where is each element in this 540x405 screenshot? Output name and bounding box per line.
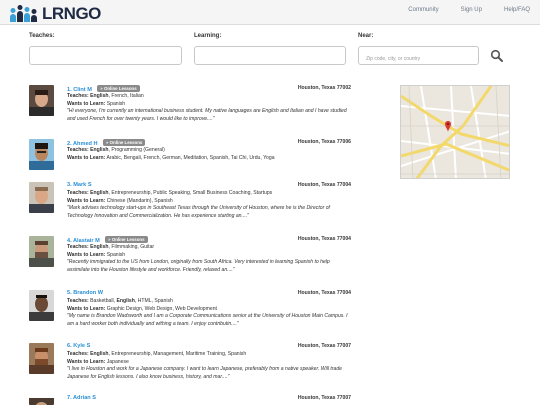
wants-line: Wants to Learn: Chinese (Mandarin), Span… [67,197,173,204]
result-name[interactable]: 7. Adrian S [67,395,96,401]
result-location: Houston, Texas 77002 [297,85,351,91]
avatar[interactable] [29,395,54,405]
result-item: 1. Clint M » Online Lessons Houston, Tex… [29,85,351,130]
result-name[interactable]: 3. Mark S [67,182,92,188]
wants-line: Wants to Learn: Spanish [67,100,126,107]
wants-line: Wants to Learn: Spanish [67,251,126,258]
wants-line: Wants to Learn: Graphic Design, Web Desi… [67,305,217,312]
logo-text: LRNGO [42,4,101,23]
wants-line: Wants to Learn: Arabic, Bengali, French,… [67,154,275,161]
learning-input[interactable] [195,50,345,68]
results-map[interactable] [400,85,510,179]
online-lessons-badge[interactable]: » Online Lessons [97,85,140,92]
logo[interactable]: LRNGO [10,4,101,22]
result-location: Houston, Texas 77004 [297,182,351,188]
online-lessons-badge[interactable]: » Online Lessons [105,236,148,243]
map-streets [401,86,509,178]
nav-community[interactable]: Community [408,7,438,13]
avatar[interactable] [29,236,54,267]
result-item: 5. Brandon W Houston, Texas 77004 Teache… [29,290,351,335]
avatar[interactable] [29,85,54,116]
result-quote: "My name is Brandon Wadsworth and I am a… [67,313,348,327]
teaches-label: Teaches: [29,33,55,39]
result-quote: "Mark advises technology start-ups in So… [67,205,330,219]
teaches-line: Teaches: English, Entrepreneurship, Publ… [67,190,273,196]
teaches-input[interactable] [30,50,181,68]
result-location: Houston, Texas 77004 [297,236,351,242]
result-item: 4. Alastair M » Online Lessons Houston, … [29,236,351,281]
near-label: Near: [358,33,374,39]
teaches-line: Teaches: Basketball, English, HTML, Span… [67,298,173,304]
wants-line: Wants to Learn: Japanese [67,358,129,365]
result-quote: "Hi everyone, I'm currently an internati… [67,108,347,122]
learning-label: Learning: [194,33,222,39]
result-location: Houston, Texas 77004 [297,290,351,296]
nav-sign-up[interactable]: Sign Up [461,7,482,13]
people-group-icon [10,5,40,22]
avatar[interactable] [29,343,54,374]
result-quote: "I live in Houston and work for a Japane… [67,366,342,380]
search-button[interactable] [490,49,504,63]
teaches-line: Teaches: English, French, Italian [67,93,144,99]
result-name[interactable]: 2. Ahmed H [67,141,98,147]
teaches-line: Teaches: English, Filmmaking, Guitar [67,244,155,250]
result-item: 7. Adrian S Houston, Texas 77007 [29,395,351,405]
magnifier-icon [490,49,503,62]
teaches-line: Teaches: English, Programming (General) [67,147,165,153]
avatar[interactable] [29,139,54,170]
result-name[interactable]: 1. Clint M [67,87,92,93]
result-quote: "Recently immigrated to the US from Lond… [67,259,330,273]
avatar[interactable] [29,290,54,321]
near-field[interactable] [358,46,479,68]
top-nav: Community Sign Up Help/FAQ [386,7,530,13]
result-location: Houston, Texas 77007 [297,343,351,349]
result-item: 2. Ahmed H » Online Lessons Houston, Tex… [29,139,351,173]
near-input[interactable] [359,50,478,68]
result-name[interactable]: 5. Brandon W [67,290,103,296]
result-name[interactable]: 6. Kyle S [67,343,90,349]
result-name[interactable]: 4. Alastair M [67,238,100,244]
online-lessons-badge[interactable]: » Online Lessons [103,139,146,146]
nav-help-faq[interactable]: Help/FAQ [504,7,530,13]
result-location: Houston, Texas 77006 [297,139,351,145]
top-header: LRNGO Community Sign Up Help/FAQ [0,0,540,25]
result-item: 6. Kyle S Houston, Texas 77007 Teaches: … [29,343,351,388]
avatar[interactable] [29,182,54,213]
result-location: Houston, Texas 77007 [297,395,351,401]
teaches-field[interactable] [29,46,182,68]
result-item: 3. Mark S Houston, Texas 77004 Teaches: … [29,182,351,227]
learning-field[interactable] [194,46,346,68]
teaches-line: Teaches: English, Entrepreneurship, Mana… [67,351,247,357]
